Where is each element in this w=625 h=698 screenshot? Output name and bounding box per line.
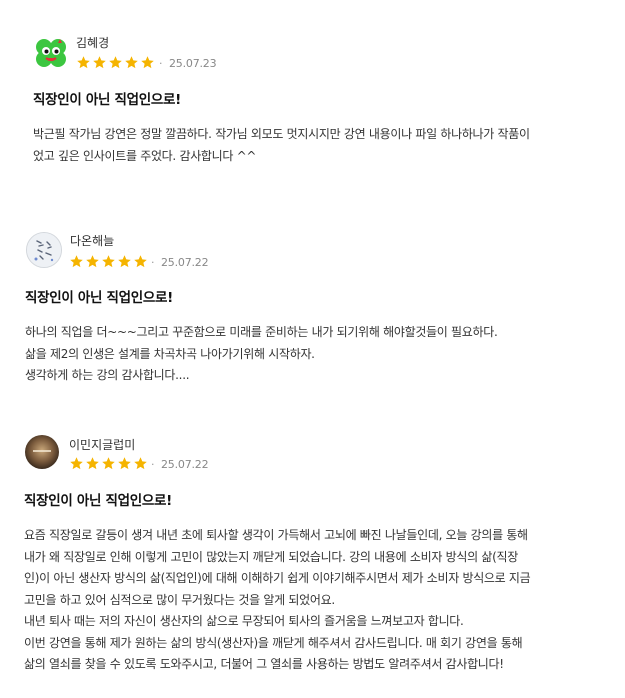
review-line: 내가 왜 직장일로 인해 이렇게 고민이 많았는지 깨닫게 되었습니다. 강의 … [24, 549, 518, 564]
review-title: 직장인이 아닌 직업인으로! [24, 493, 172, 509]
separator-dot: · [159, 57, 163, 70]
star-icon [70, 255, 83, 268]
star-icon [141, 56, 154, 69]
review-title: 직장인이 아닌 직업인으로! [25, 290, 173, 306]
review-line: 이번 강연을 통해 제가 원하는 삶의 방식(생산자)을 깨닫게 해주셔서 감사… [24, 635, 523, 650]
review-line: 내년 퇴사 때는 저의 자신이 생산자의 삶으로 무장되어 퇴사의 즐거움을 느… [24, 614, 464, 628]
star-icon [93, 56, 106, 69]
review-line: 인)이 아닌 생산자 방식의 삶(직업인)에 대해 이해하기 쉽게 이야기해주시… [24, 571, 531, 585]
avatar [25, 435, 59, 469]
avatar [26, 232, 62, 268]
photo-avatar-icon [25, 435, 59, 469]
avatar [34, 36, 68, 70]
review-author: 김혜경 [76, 36, 110, 50]
star-icon [86, 255, 99, 268]
star-icon [102, 457, 115, 470]
review-author: 다온해늘 [70, 234, 115, 248]
separator-dot: · [151, 458, 155, 471]
star-icon [109, 56, 122, 69]
review-body: 하나의 직업을 더~~~그리고 꾸준함으로 미래를 준비하는 내가 되기위해 해… [25, 322, 498, 387]
clover-avatar-icon [36, 39, 66, 67]
review-line: 생각하게 하는 강의 감사합니다.... [25, 368, 190, 382]
review-date: 25.07.22 [161, 458, 209, 471]
review-line: 고민을 하고 있어 심적으로 많이 무거웠다는 것을 알게 되었어요. [24, 592, 335, 607]
review-author: 이민지글럽미 [69, 438, 136, 452]
calligraphy-avatar-icon [27, 233, 61, 267]
star-icon [102, 255, 115, 268]
review-line: 삶을 제2의 인생은 설계를 차곡차곡 나아가기위해 시작하자. [25, 346, 315, 361]
star-icon [77, 56, 90, 69]
rating-stars [76, 55, 155, 70]
review-date: 25.07.22 [161, 256, 209, 269]
rating-stars [69, 456, 148, 471]
star-icon [118, 457, 131, 470]
review-line: 삶의 열쇠를 찾을 수 있도록 도와주시고, 더불어 그 열쇠를 사용하는 방법… [24, 657, 504, 671]
review-line: 었고 깊은 인사이트를 주었다. 감사합니다 ^^ [33, 148, 257, 163]
review-title: 직장인이 아닌 직업인으로! [33, 92, 181, 108]
star-icon [118, 255, 131, 268]
star-icon [86, 457, 99, 470]
review-body: 요즘 직장일로 갈등이 생겨 내년 초에 퇴사할 생각이 가득해서 고뇌에 빠진… [24, 525, 531, 676]
review-card: 김혜경 · 25.07.23 직장인이 아닌 직업인으로! 박근필 작가님 강연… [0, 0, 625, 200]
review-line: 박근필 작가님 강연은 정말 깔끔하다. 작가님 외모도 멋지시지만 강연 내용… [33, 127, 530, 141]
star-icon [125, 56, 138, 69]
star-icon [134, 255, 147, 268]
review-line: 요즘 직장일로 갈등이 생겨 내년 초에 퇴사할 생각이 가득해서 고뇌에 빠진… [24, 528, 528, 542]
star-icon [134, 457, 147, 470]
review-line: 하나의 직업을 더~~~그리고 꾸준함으로 미래를 준비하는 내가 되기위해 해… [25, 325, 498, 339]
rating-stars [69, 254, 148, 269]
review-body: 박근필 작가님 강연은 정말 깔끔하다. 작가님 외모도 멋지시지만 강연 내용… [33, 124, 530, 167]
review-date: 25.07.23 [169, 57, 217, 70]
separator-dot: · [151, 256, 155, 269]
star-icon [70, 457, 83, 470]
